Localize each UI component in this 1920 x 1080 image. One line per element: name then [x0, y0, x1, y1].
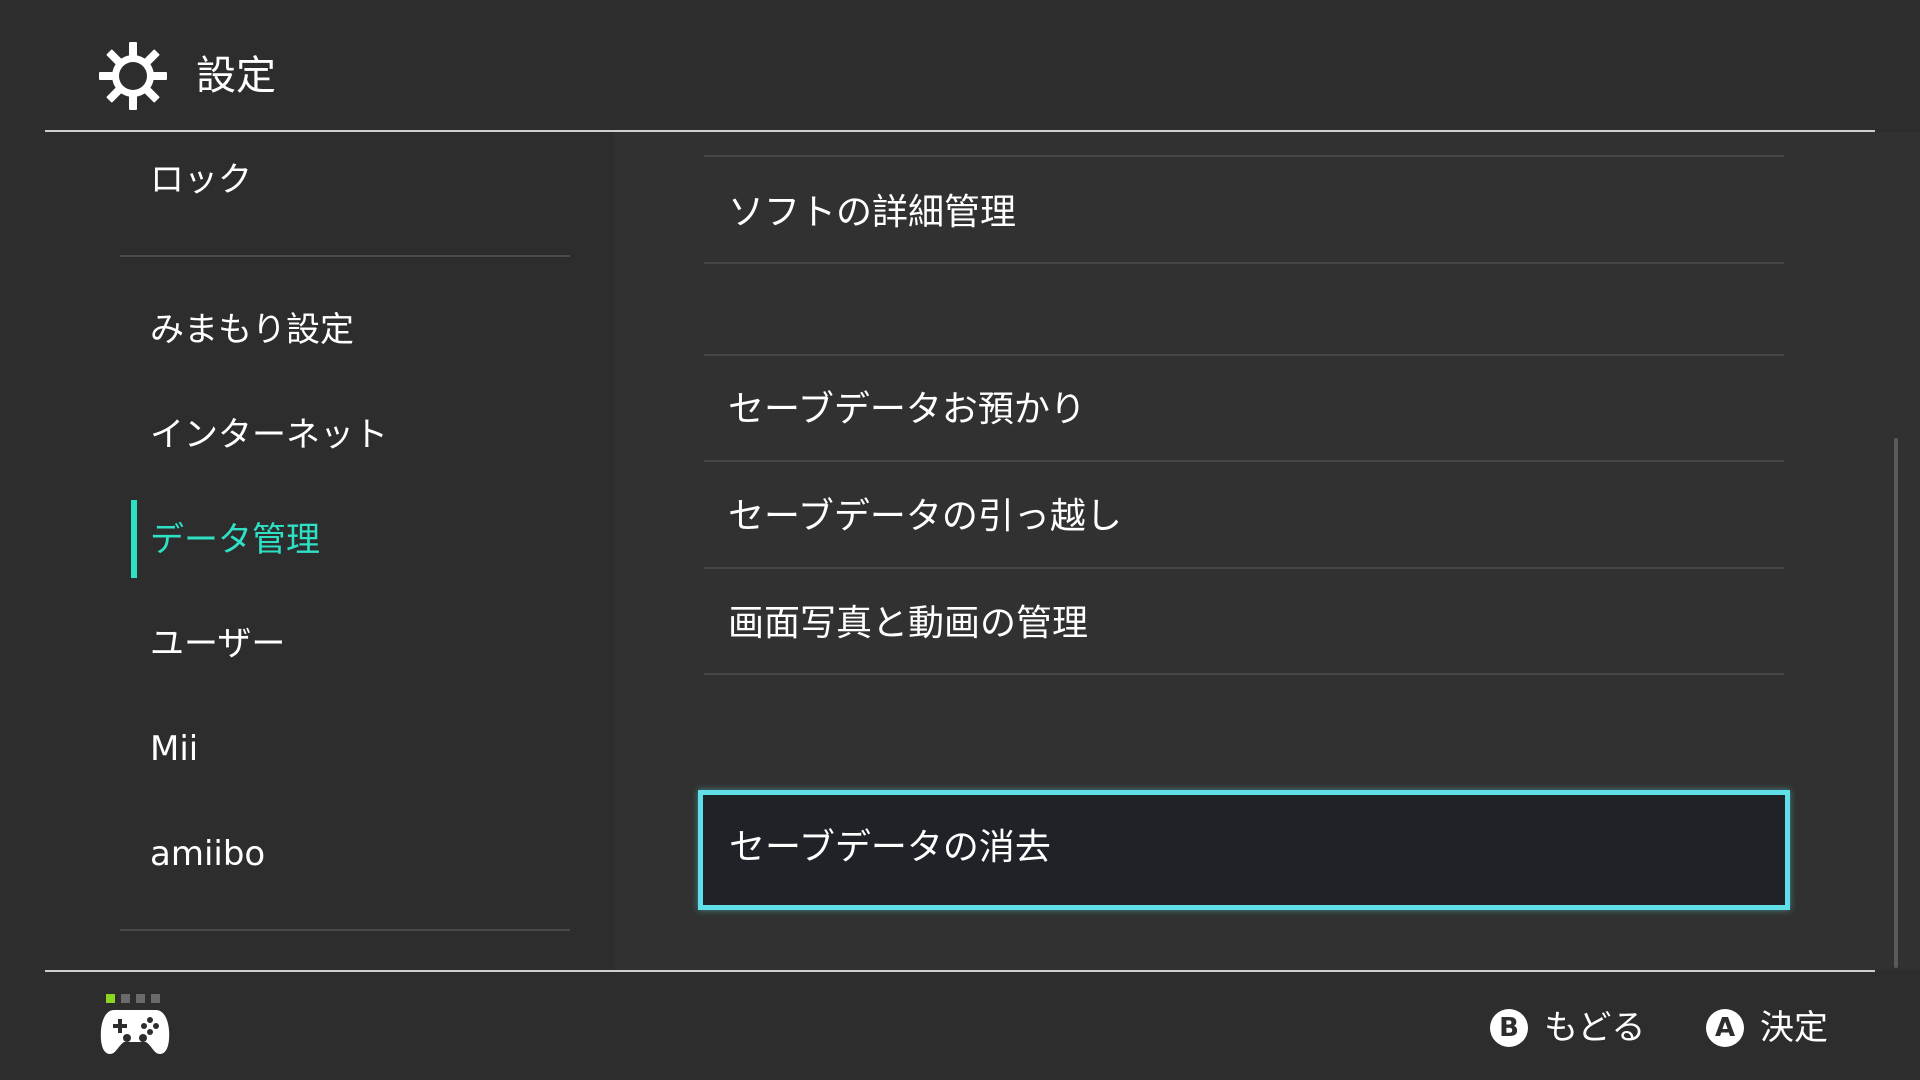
- sidebar: ロック みまもり設定 インターネット データ管理 ユーザー Mii amiibo: [0, 132, 614, 970]
- b-button-icon: B: [1490, 1009, 1528, 1047]
- sidebar-item-amiibo[interactable]: amiibo: [150, 830, 265, 878]
- sidebar-item-mii[interactable]: Mii: [150, 725, 198, 773]
- settings-screen: 設定 ロック みまもり設定 インターネット データ管理 ユーザー Mii ami…: [0, 0, 1920, 1080]
- confirm-label: 決定: [1760, 1008, 1828, 1048]
- sidebar-item-lock[interactable]: ロック: [150, 156, 252, 204]
- list-divider: [704, 354, 1784, 356]
- list-divider: [704, 155, 1784, 157]
- a-button-icon: A: [1706, 1009, 1744, 1047]
- player-dot: [136, 994, 145, 1003]
- list-divider: [704, 567, 1784, 569]
- menu-item-save-data-cloud[interactable]: セーブデータお預かり: [728, 385, 1086, 435]
- main-panel: ソフトの詳細管理 セーブデータお預かり セーブデータの引っ越し 画面写真と動画の…: [614, 132, 1920, 970]
- controller-icon: [100, 1010, 170, 1054]
- sidebar-item-data-management[interactable]: データ管理: [150, 516, 320, 564]
- list-divider: [704, 262, 1784, 264]
- scrollbar[interactable]: [1894, 438, 1898, 968]
- footer-divider: [45, 970, 1875, 972]
- list-divider: [704, 460, 1784, 462]
- menu-item-delete-save-data[interactable]: セーブデータの消去: [698, 790, 1790, 910]
- sidebar-item-internet[interactable]: インターネット: [150, 411, 388, 459]
- player-indicator: [106, 988, 166, 1003]
- gear-icon: [99, 42, 167, 110]
- sidebar-divider: [120, 929, 570, 931]
- list-divider: [704, 673, 1784, 675]
- confirm-button[interactable]: A 決定: [1706, 1003, 1828, 1053]
- menu-item-screenshot-video-management[interactable]: 画面写真と動画の管理: [728, 599, 1088, 649]
- player-dot: [121, 994, 130, 1003]
- sidebar-item-users[interactable]: ユーザー: [150, 620, 285, 668]
- back-button[interactable]: B もどる: [1490, 1003, 1645, 1053]
- page-title: 設定: [196, 53, 276, 99]
- sidebar-divider: [120, 255, 570, 257]
- header: 設定: [0, 0, 1920, 130]
- back-label: もどる: [1544, 1008, 1646, 1048]
- player-dot: [151, 994, 160, 1003]
- sidebar-item-parental-controls[interactable]: みまもり設定: [150, 306, 354, 354]
- menu-item-transfer-save-data[interactable]: セーブデータの引っ越し: [728, 492, 1122, 542]
- player-dot-active: [106, 994, 115, 1003]
- menu-item-software-management[interactable]: ソフトの詳細管理: [728, 188, 1016, 238]
- active-indicator: [131, 500, 137, 578]
- menu-item-label: セーブデータの消去: [729, 827, 1051, 868]
